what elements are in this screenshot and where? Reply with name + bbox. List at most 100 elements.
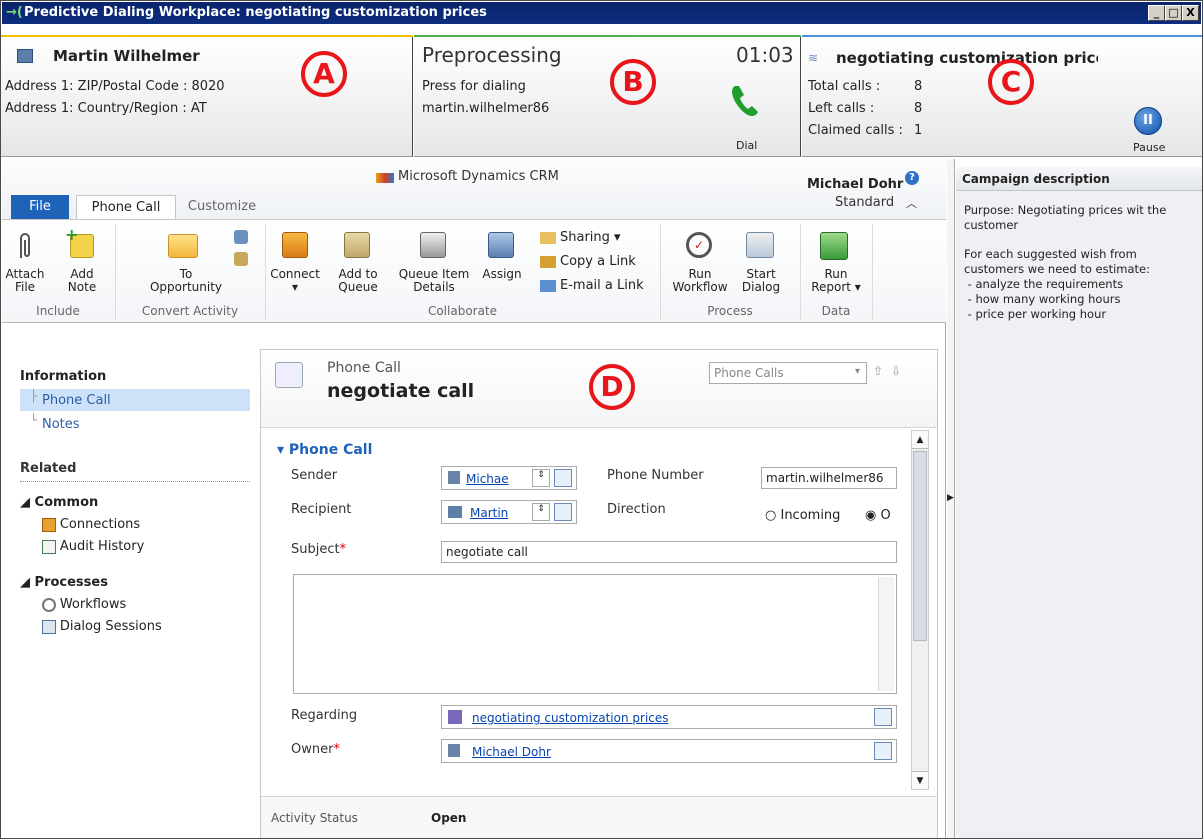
attach-file-label: Attach File [5,267,45,294]
group-data-label: Data [821,304,851,318]
next-record-icon[interactable]: ⇩ [891,364,901,378]
previous-record-icon[interactable]: ⇧ [873,364,883,378]
assign-button[interactable]: Assign [480,268,524,281]
pause-label[interactable]: Pause [1133,141,1165,154]
collapse-ribbon-icon[interactable]: ︿ [906,195,917,211]
subject-label: Subject* [291,542,346,557]
email-link-label: E-mail a Link [560,278,644,293]
form-scrollbar[interactable]: ▲ ▼ [911,430,929,790]
start-dialog-button[interactable]: Start Dialog [736,268,786,294]
pane-splitter[interactable]: ▶ [947,159,955,838]
run-report-button[interactable]: Run Report ▾ [808,268,864,294]
pause-icon[interactable]: II [1134,107,1162,135]
phone-icon[interactable] [728,83,760,119]
minimize-button[interactable]: _ [1148,5,1165,21]
scroll-up-icon[interactable]: ▲ [912,431,928,449]
textarea-scrollbar[interactable] [878,577,894,691]
convert-small-icon-2[interactable] [234,252,248,266]
crm-header: Microsoft Dynamics CRM Michael Dohr ? St… [2,159,946,220]
phone-number-value: martin.wilhelmer86 [766,471,884,485]
expand-arrow-icon[interactable]: ▶ [947,493,954,503]
recipient-lookup[interactable]: Martin ⇕ [441,500,577,524]
lookup-spin-icon[interactable]: ⇕ [532,503,550,521]
description-line: Purpose: Negotiating prices wit the [964,203,1167,217]
nav-common-header[interactable]: ◢ Common [20,495,98,510]
crm-user[interactable]: Michael Dohr [807,177,903,192]
phone-label: Phone Number [607,468,704,483]
to-opportunity-icon [168,234,198,258]
scroll-down-icon[interactable]: ▼ [912,771,928,789]
nav-item-phone-call-label: Phone Call [42,393,111,408]
close-button[interactable]: X [1182,5,1199,21]
copy-link-button[interactable]: Copy a Link [540,254,636,272]
add-to-queue-icon [344,232,370,258]
add-note-button[interactable]: Add Note [60,268,104,294]
marker-b: B [610,59,656,105]
campaign-icon: ≋ [808,51,819,65]
activity-status-value: Open [431,811,467,825]
sender-lookup[interactable]: Michae ⇕ [441,466,577,490]
claimed-calls-label: Claimed calls : [808,123,903,138]
nav-item-phone-call[interactable]: Phone Call ├ [20,389,250,411]
scroll-thumb[interactable] [913,451,927,641]
direction-incoming-label: Incoming [780,508,841,523]
dial-label[interactable]: Dial [736,139,757,152]
lookup-spin-icon[interactable]: ⇕ [532,469,550,487]
callee-zip: Address 1: ZIP/Postal Code : 8020 [5,79,225,94]
direction-outgoing-radio[interactable]: ◉ O [865,508,891,523]
phone-number-input[interactable]: martin.wilhelmer86 [761,467,897,489]
campaign-description-header: Campaign description [956,167,1202,191]
dialog-sessions-icon [42,619,56,634]
claimed-calls-value: 1 [914,123,923,138]
owner-lookup[interactable]: Michael Dohr [441,739,897,763]
nav-item-connections[interactable]: Connections [42,517,140,537]
subject-input[interactable]: negotiate call [441,541,897,563]
lookup-search-icon[interactable] [554,469,572,487]
title-bar[interactable]: →( Predictive Dialing Workplace: negotia… [2,2,1201,24]
assign-label: Assign [482,267,522,281]
tab-file[interactable]: File [11,195,69,219]
regarding-lookup[interactable]: negotiating customization prices [441,705,897,729]
callee-country: Address 1: Country/Region : AT [5,101,207,116]
window-title: Predictive Dialing Workplace: negotiatin… [24,5,487,20]
nav-item-audit-history[interactable]: Audit History [42,539,144,559]
email-link-button[interactable]: E-mail a Link [540,278,644,296]
regarding-value[interactable]: negotiating customization prices [472,711,669,725]
tab-customize[interactable]: Customize [182,195,262,219]
view-selector[interactable]: Phone Calls ▾ [709,362,867,384]
group-process-label: Process [707,304,753,318]
attach-file-button[interactable]: Attach File [4,268,46,294]
to-opportunity-label: To Opportunity [149,267,222,294]
sender-value[interactable]: Michae [466,472,509,486]
tab-phone-call[interactable]: Phone Call [76,195,176,220]
campaign-panel: ≋ negotiating customization prices Total… [802,37,1202,157]
maximize-button[interactable]: □ [1165,5,1182,21]
nav-processes-header[interactable]: ◢ Processes [20,575,108,590]
sharing-button[interactable]: Sharing ▾ [540,230,621,248]
nav-item-workflows[interactable]: Workflows [42,597,126,617]
help-icon[interactable]: ? [905,171,919,185]
convert-small-icon-1[interactable] [234,230,248,244]
nav-item-connections-label: Connections [59,517,141,532]
section-header[interactable]: ▾ Phone Call [277,442,372,458]
connect-label: Connect [270,267,320,281]
nav-item-notes[interactable]: └ Notes [20,413,250,433]
queue-item-details-button[interactable]: Queue Item Details [394,268,474,294]
run-report-label: Run Report [811,267,851,294]
direction-incoming-radio[interactable]: ○ Incoming [765,508,840,523]
lookup-search-icon[interactable] [554,503,572,521]
lookup-search-icon[interactable] [874,708,892,726]
run-workflow-button[interactable]: Run Workflow [670,268,730,294]
to-opportunity-button[interactable]: To Opportunity [136,268,236,294]
lookup-search-icon[interactable] [874,742,892,760]
owner-value[interactable]: Michael Dohr [472,745,551,759]
add-to-queue-button[interactable]: Add to Queue [332,268,384,294]
nav-item-dialog-sessions[interactable]: Dialog Sessions [42,619,162,639]
connect-button[interactable]: Connect ▾ [268,268,322,294]
start-dialog-label: Start Dialog [741,267,781,294]
crm-form: Microsoft Dynamics CRM Michael Dohr ? St… [2,159,946,838]
description-textarea[interactable] [293,574,897,694]
call-timer: 01:03 [736,43,794,67]
recipient-value[interactable]: Martin [470,506,508,520]
nav-processes-label: Processes [34,575,108,590]
